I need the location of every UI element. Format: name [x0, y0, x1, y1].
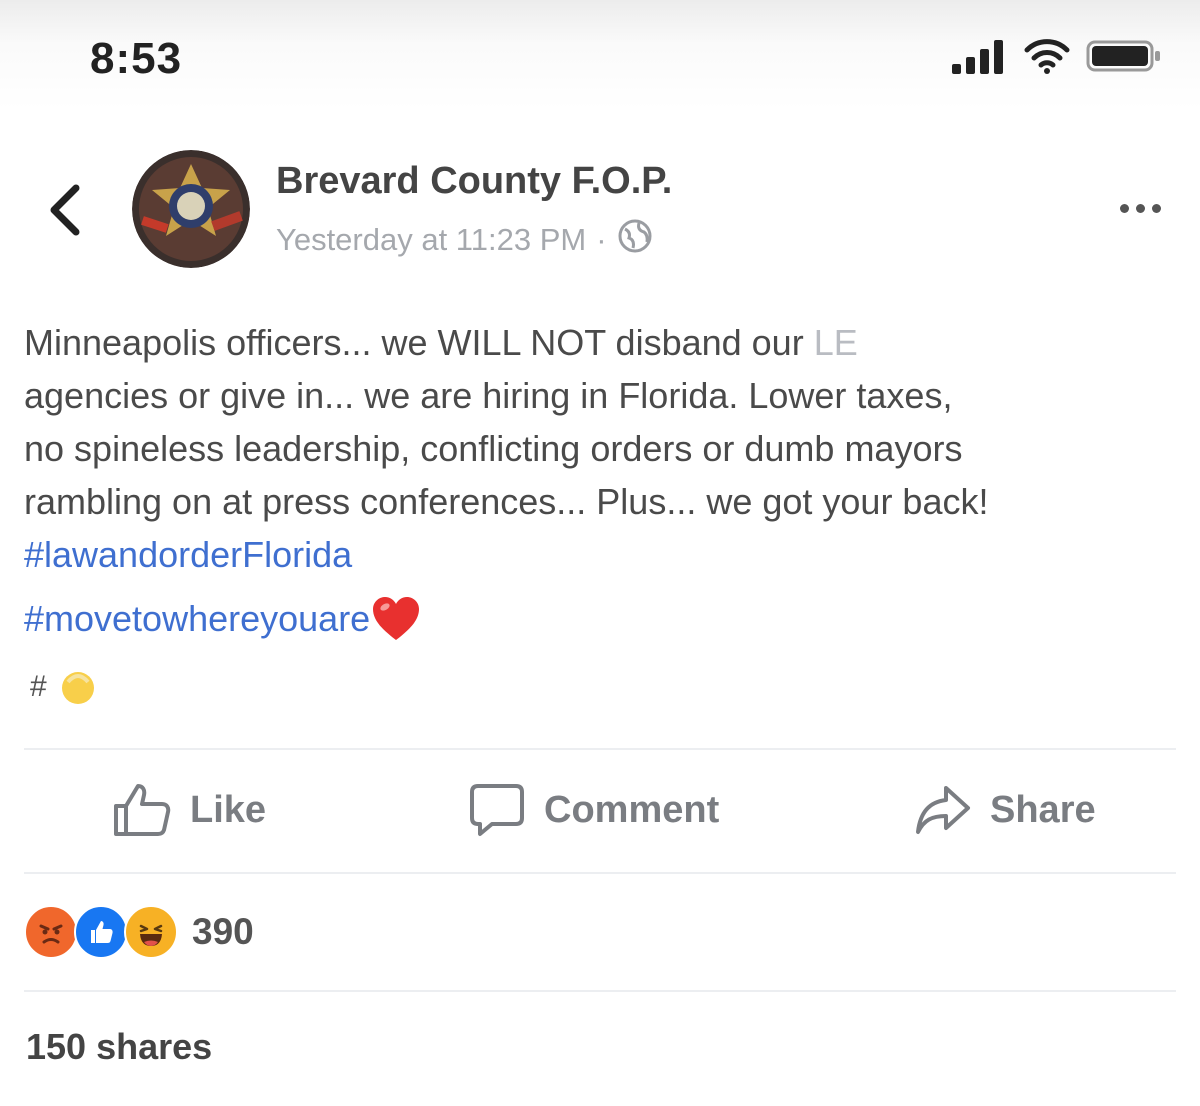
signal-icon [950, 38, 1008, 79]
share-button[interactable]: Share [914, 778, 1096, 842]
post-text-line-1-tail: LE [813, 322, 858, 363]
page-avatar[interactable] [132, 150, 250, 268]
post-text-line-1: Minneapolis officers... we WILL NOT disb… [24, 322, 814, 363]
post-timestamp[interactable]: Yesterday at 11:23 PM [276, 222, 586, 258]
divider [24, 872, 1176, 874]
status-icons [950, 38, 1162, 79]
share-arrow-icon [916, 786, 970, 834]
post-text: Minneapolis officers... we WILL NOT disb… [24, 316, 1184, 528]
comment-label: Comment [544, 788, 720, 831]
heart-emoji-icon [370, 594, 422, 644]
post-meta: Yesterday at 11:23 PM · [276, 218, 653, 262]
hashtag-link-lawandorderflorida[interactable]: #lawandorderFlorida [24, 534, 352, 575]
post-actions-bar: Like Comment Share [0, 760, 1200, 864]
more-options-button[interactable] [1110, 186, 1170, 230]
thumbs-up-icon [114, 784, 171, 836]
divider [24, 990, 1176, 992]
divider [24, 748, 1176, 750]
wifi-icon [1024, 38, 1070, 79]
status-bar: 8:53 [0, 0, 1200, 110]
post-screen: 8:53 Brevard County F.O.P. Yesterday at … [0, 0, 1200, 1106]
angry-icon [24, 905, 78, 959]
hashtag-line: #movetowhereyouare [24, 592, 422, 645]
post-text-line: Minneapolis officers... we WILL NOT disb… [24, 316, 1184, 369]
trailing-hash: # [30, 670, 47, 703]
dot [1135, 203, 1145, 213]
dot [1151, 203, 1161, 213]
meta-separator: · [596, 222, 607, 257]
share-label: Share [990, 788, 1096, 831]
reaction-count: 390 [192, 911, 254, 952]
post-text-line-3: no spineless leadership, conflicting ord… [24, 428, 963, 469]
reactions-summary[interactable]: 390 [24, 904, 254, 960]
trailing-hashtag-line: # [30, 662, 101, 712]
hashtag-link-movetowhereyouare[interactable]: #movetowhereyouare [24, 592, 370, 645]
emoji-icon [55, 666, 101, 708]
page-name[interactable]: Brevard County F.O.P. [276, 160, 672, 203]
haha-icon [124, 905, 178, 959]
like-reaction-icon [74, 905, 128, 959]
post-text-line-2: agencies or give in... we are hiring in … [24, 375, 953, 416]
post-text-line-4: rambling on at press conferences... Plus… [24, 481, 989, 522]
chevron-left-icon [50, 184, 80, 236]
fop-badge-icon [132, 150, 250, 268]
comment-button[interactable]: Comment [468, 778, 719, 842]
shares-count[interactable]: 150 shares [26, 1026, 212, 1068]
dot [1119, 203, 1129, 213]
status-time: 8:53 [90, 34, 183, 83]
comment-bubble-icon [470, 784, 524, 836]
hashtag-line: #lawandorderFlorida [24, 528, 352, 581]
like-label: Like [190, 788, 267, 831]
like-button[interactable]: Like [112, 778, 266, 842]
battery-icon [1086, 38, 1162, 79]
back-button[interactable] [36, 178, 92, 242]
globe-icon [617, 218, 653, 262]
